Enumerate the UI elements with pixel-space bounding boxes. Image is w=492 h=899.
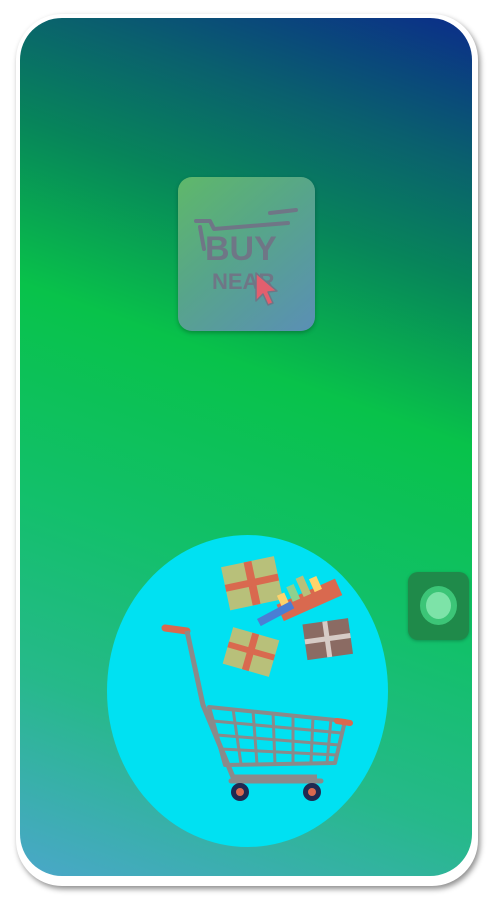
- floating-toggle-button[interactable]: [408, 572, 469, 640]
- app-logo: BUY NEAR: [178, 177, 315, 331]
- shopping-cart-with-gifts-illustration: [161, 556, 354, 801]
- toggle-knob-highlight: [426, 592, 451, 619]
- circle-toggle-icon: [420, 586, 457, 625]
- device-frame: BUY NEAR: [0, 0, 492, 899]
- splash-screen: BUY NEAR: [20, 18, 472, 876]
- logo-text-line1: BUY: [205, 230, 277, 268]
- cart-logo-icon: BUY NEAR: [194, 208, 298, 306]
- hero-illustration: [107, 535, 388, 847]
